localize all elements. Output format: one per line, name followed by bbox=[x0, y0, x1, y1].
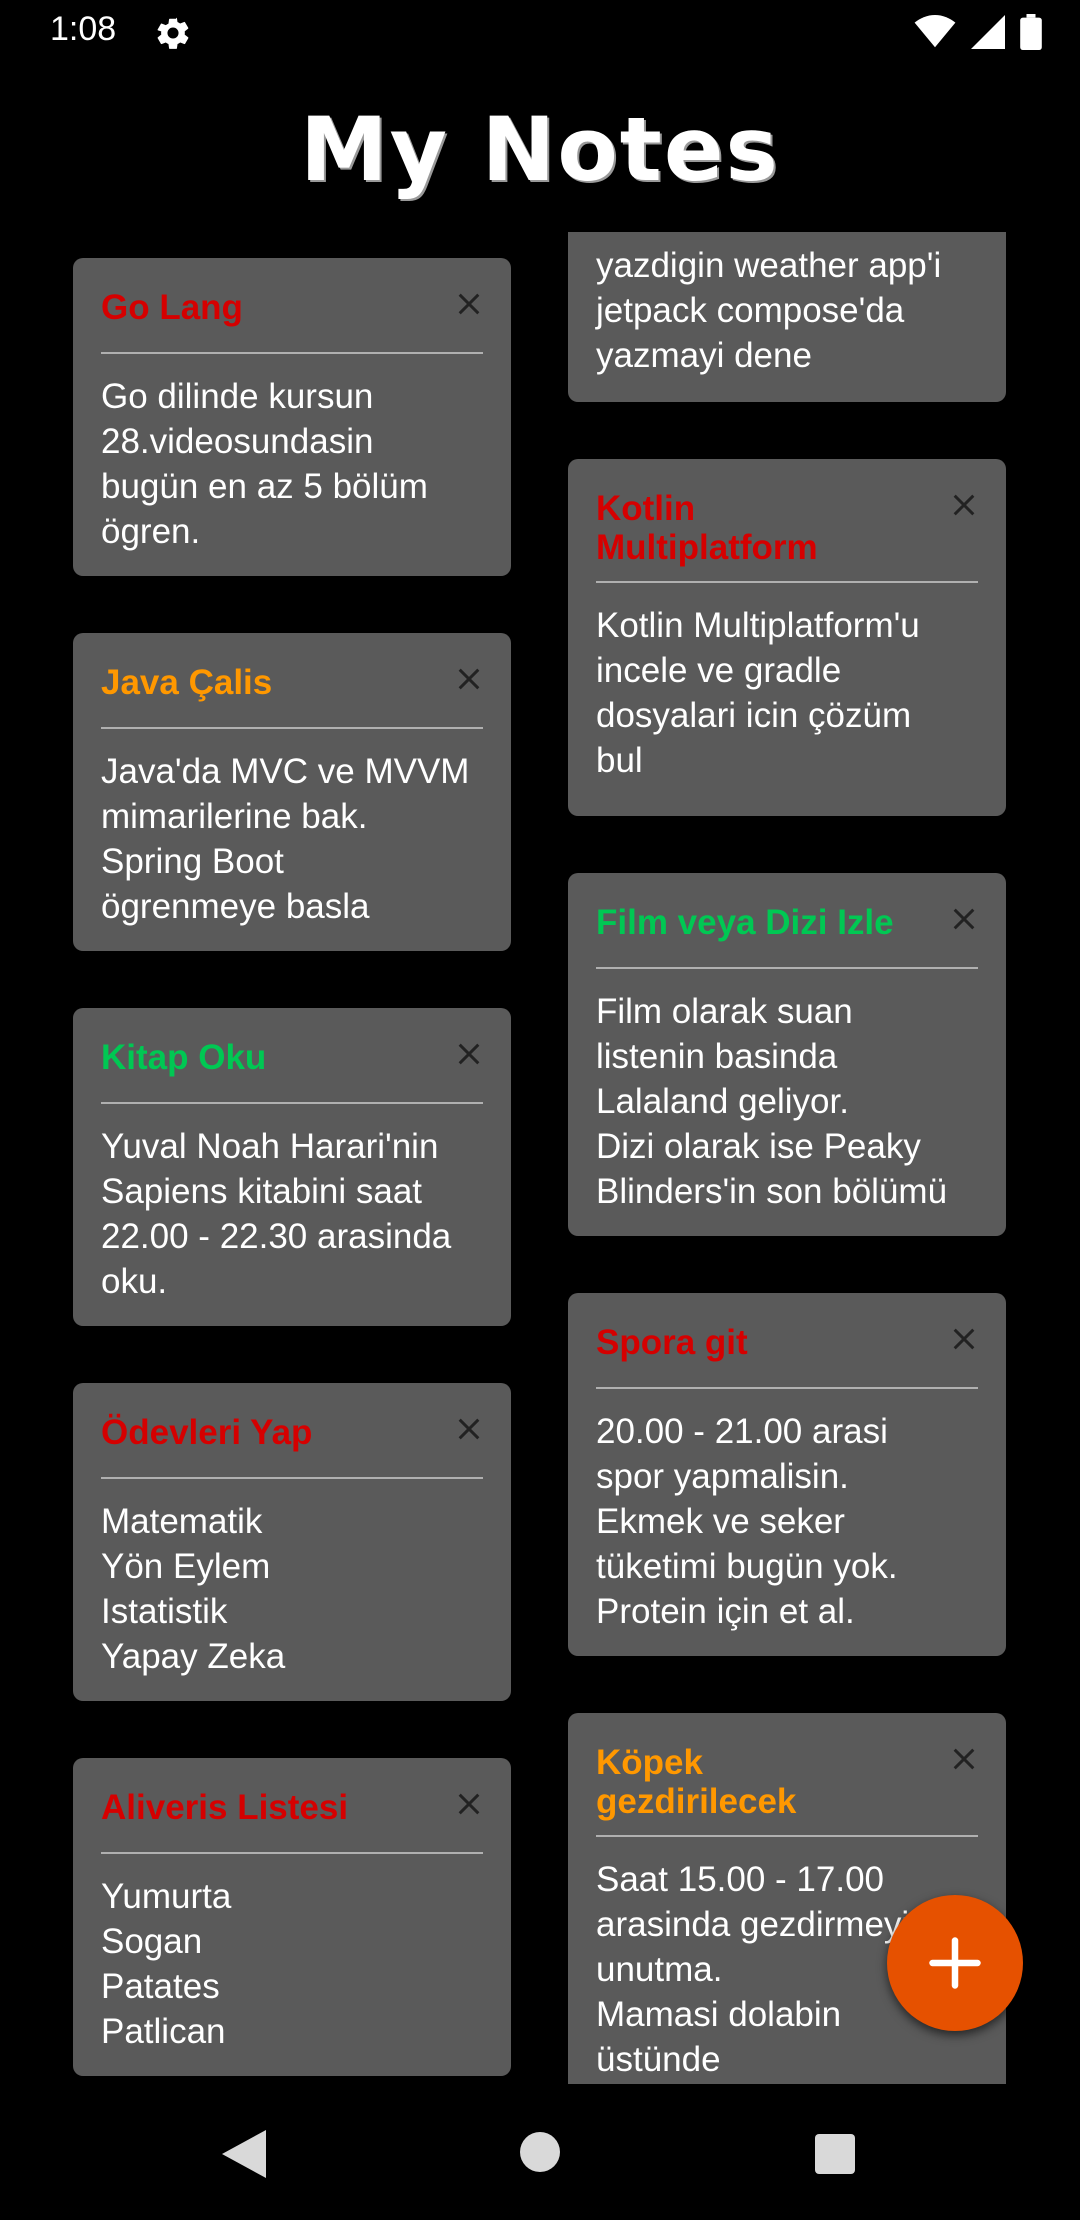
status-icons bbox=[914, 14, 1042, 50]
note-title: Aliveris Listesi bbox=[101, 1788, 349, 1827]
note-title: Ödevleri Yap bbox=[101, 1413, 313, 1452]
app-title: My Notes bbox=[300, 98, 780, 201]
close-icon[interactable] bbox=[453, 1788, 485, 1820]
note-card[interactable]: Aliveris Listesi Yumurta Sogan Patates P… bbox=[73, 1758, 511, 2076]
note-card[interactable]: Ödevleri Yap Matematik Yön Eylem Istatis… bbox=[73, 1383, 511, 1701]
note-title: Film veya Dizi Izle bbox=[596, 903, 894, 942]
close-icon[interactable] bbox=[948, 1743, 980, 1775]
close-icon[interactable] bbox=[948, 489, 980, 521]
note-body: Kotlin Multiplatform'u incele ve gradle … bbox=[596, 606, 920, 780]
status-bar: 1:08 bbox=[0, 0, 1080, 66]
note-body: yazdigin weather app'i jetpack compose'd… bbox=[596, 246, 942, 375]
wifi-icon bbox=[914, 15, 956, 48]
home-icon[interactable] bbox=[520, 2132, 560, 2172]
note-title: Java Çalis bbox=[101, 663, 273, 702]
status-time: 1:08 bbox=[50, 10, 117, 48]
back-icon[interactable] bbox=[222, 2130, 266, 2178]
close-icon[interactable] bbox=[948, 1323, 980, 1355]
note-body: Yuval Noah Harari'nin Sapiens kitabini s… bbox=[101, 1127, 452, 1301]
close-icon[interactable] bbox=[948, 903, 980, 935]
note-card[interactable]: Java Çalis Java'da MVC ve MVVM mimariler… bbox=[73, 633, 511, 951]
note-body: Java'da MVC ve MVVM mimarilerine bak. Sp… bbox=[101, 752, 470, 926]
close-icon[interactable] bbox=[453, 1038, 485, 1070]
note-title: Kitap Oku bbox=[101, 1038, 267, 1077]
note-card[interactable]: yazdigin weather app'i jetpack compose'd… bbox=[568, 232, 1006, 402]
note-title: Go Lang bbox=[101, 288, 243, 327]
note-body: Yumurta Sogan Patates Patlican bbox=[101, 1877, 232, 2051]
settings-gear-icon bbox=[157, 17, 189, 49]
note-card[interactable]: Spora git 20.00 - 21.00 arasi spor yapma… bbox=[568, 1293, 1006, 1656]
close-icon[interactable] bbox=[453, 288, 485, 320]
close-icon[interactable] bbox=[453, 1413, 485, 1445]
system-nav-bar bbox=[0, 2084, 1080, 2220]
note-card[interactable]: Kotlin Multiplatform Kotlin Multiplatfor… bbox=[568, 459, 1006, 816]
note-body: Film olarak suan listenin basinda Lalala… bbox=[596, 992, 948, 1211]
note-body: 20.00 - 21.00 arasi spor yapmalisin. Ekm… bbox=[596, 1412, 898, 1631]
note-body: Matematik Yön Eylem Istatistik Yapay Zek… bbox=[101, 1502, 286, 1676]
cellular-signal-icon bbox=[971, 15, 1005, 49]
notes-list[interactable]: Go Lang Go dilinde kursun 28.videosundas… bbox=[0, 232, 1080, 2084]
add-note-button[interactable] bbox=[887, 1895, 1023, 2031]
close-icon[interactable] bbox=[453, 663, 485, 695]
note-card[interactable]: Film veya Dizi Izle Film olarak suan lis… bbox=[568, 873, 1006, 1236]
note-card[interactable]: Go Lang Go dilinde kursun 28.videosundas… bbox=[73, 258, 511, 576]
note-title: Köpek gezdirilecek bbox=[596, 1743, 797, 1821]
note-title: Spora git bbox=[596, 1323, 748, 1362]
note-body: Go dilinde kursun 28.videosundasin bugün… bbox=[101, 377, 428, 551]
note-card[interactable]: Kitap Oku Yuval Noah Harari'nin Sapiens … bbox=[73, 1008, 511, 1326]
plus-icon bbox=[929, 1937, 981, 1989]
recent-apps-icon[interactable] bbox=[815, 2134, 855, 2174]
note-title: Kotlin Multiplatform bbox=[596, 489, 818, 567]
battery-icon bbox=[1020, 14, 1042, 50]
